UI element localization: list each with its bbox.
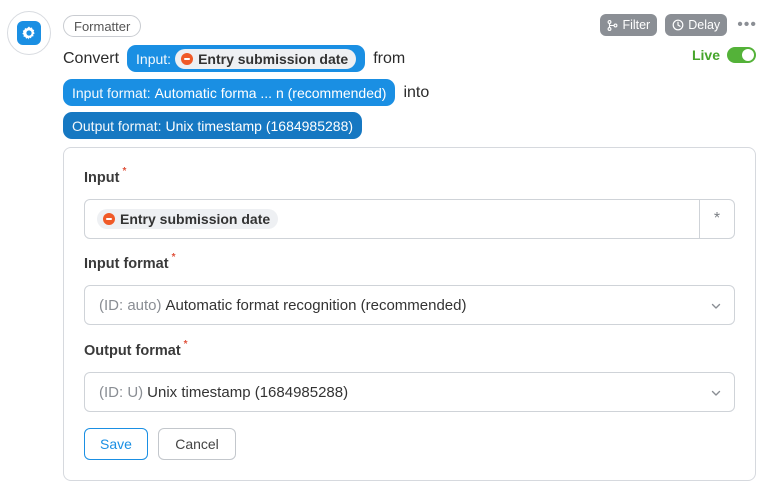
live-status: Live bbox=[692, 47, 756, 63]
source-app-icon bbox=[181, 52, 194, 65]
input-format-pill-value: Automatic forma ... n (recommended) bbox=[154, 84, 387, 101]
output-format-field-label: Output format * bbox=[84, 339, 188, 359]
input-pill[interactable]: Input: Entry submission date bbox=[127, 45, 366, 72]
filter-button[interactable]: Filter bbox=[600, 14, 658, 36]
live-toggle[interactable] bbox=[727, 47, 756, 63]
output-format-selected: (ID: U) Unix timestamp (1684985288) bbox=[85, 384, 348, 401]
gear-icon bbox=[17, 21, 41, 45]
output-format-value: Unix timestamp (1684985288) bbox=[147, 383, 349, 401]
output-format-pill-key: Output format: bbox=[72, 117, 162, 134]
input-field-label: Input * bbox=[84, 166, 126, 186]
module-avatar bbox=[7, 11, 51, 55]
input-format-field-label: Input format * bbox=[84, 252, 175, 272]
clock-icon bbox=[672, 19, 684, 31]
output-format-id: (ID: U) bbox=[99, 383, 144, 401]
input-format-select[interactable]: (ID: auto) Automatic format recognition (… bbox=[84, 285, 735, 325]
toggle-knob bbox=[742, 49, 754, 61]
input-format-pill[interactable]: Input format: Automatic forma ... n (rec… bbox=[63, 79, 396, 106]
required-mark: * bbox=[171, 252, 176, 263]
step-type-badge: Formatter bbox=[63, 15, 142, 37]
filter-branch-icon bbox=[607, 19, 618, 31]
from-word: from bbox=[373, 49, 406, 67]
delay-label: Delay bbox=[688, 18, 721, 32]
custom-value-button[interactable]: * bbox=[700, 200, 734, 238]
summary-row-input-format: Input format: Automatic forma ... n (rec… bbox=[63, 79, 429, 106]
cancel-button[interactable]: Cancel bbox=[158, 428, 236, 460]
config-panel: Input * Entry submission date * Input for… bbox=[63, 147, 756, 481]
input-format-selected: (ID: auto) Automatic format recognition (… bbox=[85, 297, 467, 314]
input-format-label-text: Input format bbox=[84, 256, 169, 272]
filter-label: Filter bbox=[622, 18, 651, 32]
input-format-value: Automatic format recognition (recommende… bbox=[165, 296, 467, 314]
output-format-select[interactable]: (ID: U) Unix timestamp (1684985288) bbox=[84, 372, 735, 412]
input-format-id: (ID: auto) bbox=[99, 296, 162, 314]
input-format-pill-key: Input format: bbox=[72, 84, 151, 101]
input-pill-key: Input: bbox=[136, 50, 172, 67]
input-field-token[interactable]: Entry submission date bbox=[97, 209, 279, 229]
save-button[interactable]: Save bbox=[84, 428, 148, 460]
required-mark: * bbox=[122, 166, 127, 177]
summary-row-output-format: Output format: Unix timestamp (168498528… bbox=[63, 112, 363, 139]
more-options-icon[interactable]: ••• bbox=[735, 17, 757, 33]
summary-row-input: Convert Input: Entry submission date fro… bbox=[63, 45, 405, 72]
source-app-icon bbox=[103, 213, 115, 225]
input-field-token-label: Entry submission date bbox=[120, 211, 271, 227]
convert-word: Convert bbox=[63, 49, 120, 67]
output-format-pill[interactable]: Output format: Unix timestamp (168498528… bbox=[63, 112, 363, 139]
output-format-pill-value: Unix timestamp (1684985288) bbox=[165, 117, 354, 134]
input-label-text: Input bbox=[84, 170, 120, 186]
required-mark: * bbox=[183, 339, 188, 350]
output-format-label-text: Output format bbox=[84, 343, 181, 359]
live-label: Live bbox=[691, 47, 720, 63]
chevron-down-icon bbox=[711, 390, 721, 396]
step-actions: Filter Delay ••• bbox=[600, 14, 757, 36]
into-word: into bbox=[403, 83, 430, 101]
chevron-down-icon bbox=[711, 303, 721, 309]
delay-button[interactable]: Delay bbox=[665, 14, 728, 36]
input-field[interactable]: Entry submission date * bbox=[84, 199, 735, 239]
input-token: Entry submission date bbox=[175, 48, 357, 69]
input-token-label: Entry submission date bbox=[198, 50, 349, 67]
